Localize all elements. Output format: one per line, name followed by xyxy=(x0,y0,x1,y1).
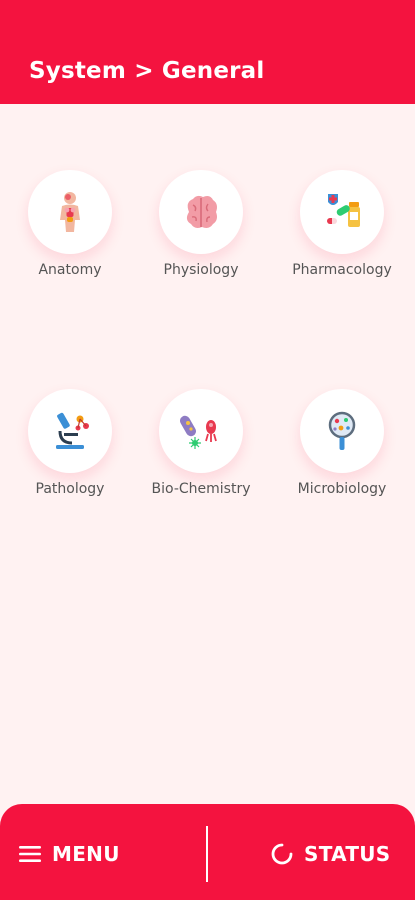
microscope-icon xyxy=(56,412,89,449)
loading-circle-icon xyxy=(271,843,293,865)
subject-icon-circle[interactable] xyxy=(28,170,112,254)
magnifier-cells-icon xyxy=(328,411,356,450)
bottom-bar-divider xyxy=(206,826,208,882)
subject-label: Anatomy xyxy=(38,262,102,278)
subject-anatomy[interactable]: Anatomy xyxy=(0,170,140,295)
status-button-label: STATUS xyxy=(304,842,391,866)
status-button[interactable]: STATUS xyxy=(270,834,391,874)
brain-icon xyxy=(186,195,217,228)
subject-icon-circle[interactable] xyxy=(28,389,112,473)
bacteria-icon xyxy=(180,415,217,449)
subject-label: Pharmacology xyxy=(292,262,392,278)
menu-button-label: MENU xyxy=(52,842,120,866)
subject-icon-circle[interactable] xyxy=(159,170,243,254)
subject-physiology[interactable]: Physiology xyxy=(131,170,271,295)
app-header: System > General xyxy=(0,0,415,104)
subject-bio-chemistry[interactable]: Bio-Chemistry xyxy=(131,389,271,514)
anatomy-body-icon xyxy=(60,192,80,232)
subject-label: Microbiology xyxy=(297,481,387,497)
subject-label: Pathology xyxy=(35,481,105,497)
subject-label: Physiology xyxy=(163,262,239,278)
subject-icon-circle[interactable] xyxy=(159,389,243,473)
subject-microbiology[interactable]: Microbiology xyxy=(272,389,412,514)
subject-icon-circle[interactable] xyxy=(300,170,384,254)
subject-pharmacology[interactable]: Pharmacology xyxy=(272,170,412,295)
breadcrumb-title: System > General xyxy=(29,58,265,84)
medicine-icon xyxy=(327,194,360,227)
bottom-navigation-bar: MENU STATUS xyxy=(0,804,415,900)
subject-label: Bio-Chemistry xyxy=(151,481,251,497)
subject-pathology[interactable]: Pathology xyxy=(0,389,140,514)
hamburger-menu-icon xyxy=(19,846,41,862)
menu-button[interactable]: MENU xyxy=(18,834,120,874)
subject-icon-circle[interactable] xyxy=(300,389,384,473)
